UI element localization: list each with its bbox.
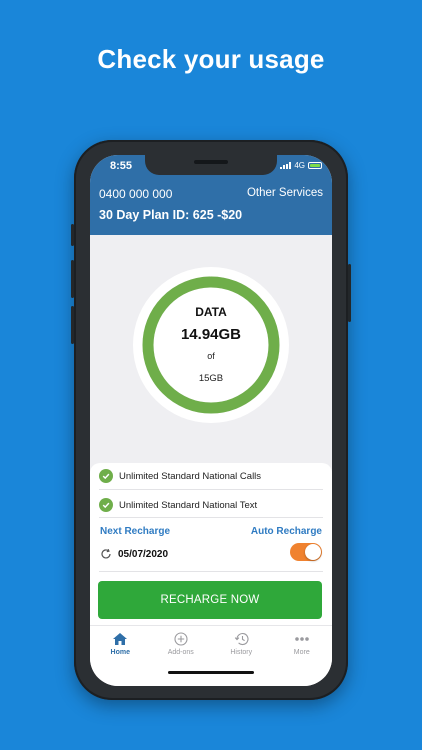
page-headline: Check your usage [97,44,325,74]
recharge-now-button[interactable]: RECHARGE NOW [98,581,322,619]
history-icon [234,633,249,646]
divider [99,571,323,572]
feature-item: Unlimited Standard National Calls [99,469,261,483]
phone-screen: 8:55 4G 0400 000 000 Other Services 30 D… [90,155,332,686]
tab-add-ons[interactable]: Add-ons [151,626,212,665]
phone-number[interactable]: 0400 000 000 [99,187,172,201]
home-icon [113,633,128,645]
plus-circle-icon [174,632,188,646]
phone-frame: 8:55 4G 0400 000 000 Other Services 30 D… [71,140,351,700]
home-indicator [168,671,254,674]
auto-recharge-toggle[interactable] [290,543,322,561]
toggle-knob [305,544,321,560]
usage-remaining: 14.94GB [180,326,242,343]
usage-of: of [207,351,215,361]
status-indicators: 4G [280,161,322,170]
mute-switch [71,224,74,246]
bottom-tab-bar: Home Add-ons History More [90,625,332,665]
notch [145,155,277,175]
divider [99,517,323,518]
recharge-date: 05/07/2020 [118,548,169,560]
plan-title: 30 Day Plan ID: 625 -$20 [99,208,243,222]
tab-more[interactable]: More [272,626,333,665]
plan-details-panel: Unlimited Standard National Calls Unlimi… [90,463,332,686]
refresh-icon [101,549,111,559]
check-icon [99,498,113,512]
signal-icon [280,162,292,169]
power-button [348,264,351,322]
volume-down-button [71,306,74,344]
tab-label: Add-ons [167,649,194,656]
tab-label: History [230,649,253,656]
divider [99,489,323,490]
feature-item: Unlimited Standard National Text [99,498,257,512]
volume-up-button [71,260,74,298]
auto-recharge-label: Auto Recharge [250,526,322,537]
network-type: 4G [294,161,305,170]
tab-label: Home [110,649,130,656]
check-icon [99,469,113,483]
next-recharge-date: 05/07/2020 [100,548,168,560]
status-time: 8:55 [110,160,133,172]
data-usage-gauge: DATA 14.94GB of 15GB [131,265,291,425]
usage-total: 15GB [198,373,224,384]
usage-label: DATA [195,305,227,319]
feature-label: Unlimited Standard National Text [119,499,258,511]
feature-label: Unlimited Standard National Calls [119,470,262,482]
tab-home[interactable]: Home [90,626,151,665]
speaker [194,160,228,164]
more-dots-icon [294,637,309,641]
tab-history[interactable]: History [211,626,272,665]
tab-label: More [293,649,310,656]
next-recharge-link[interactable]: Next Recharge [100,526,170,537]
other-services-link[interactable]: Other Services [247,187,323,199]
battery-icon [308,162,322,169]
